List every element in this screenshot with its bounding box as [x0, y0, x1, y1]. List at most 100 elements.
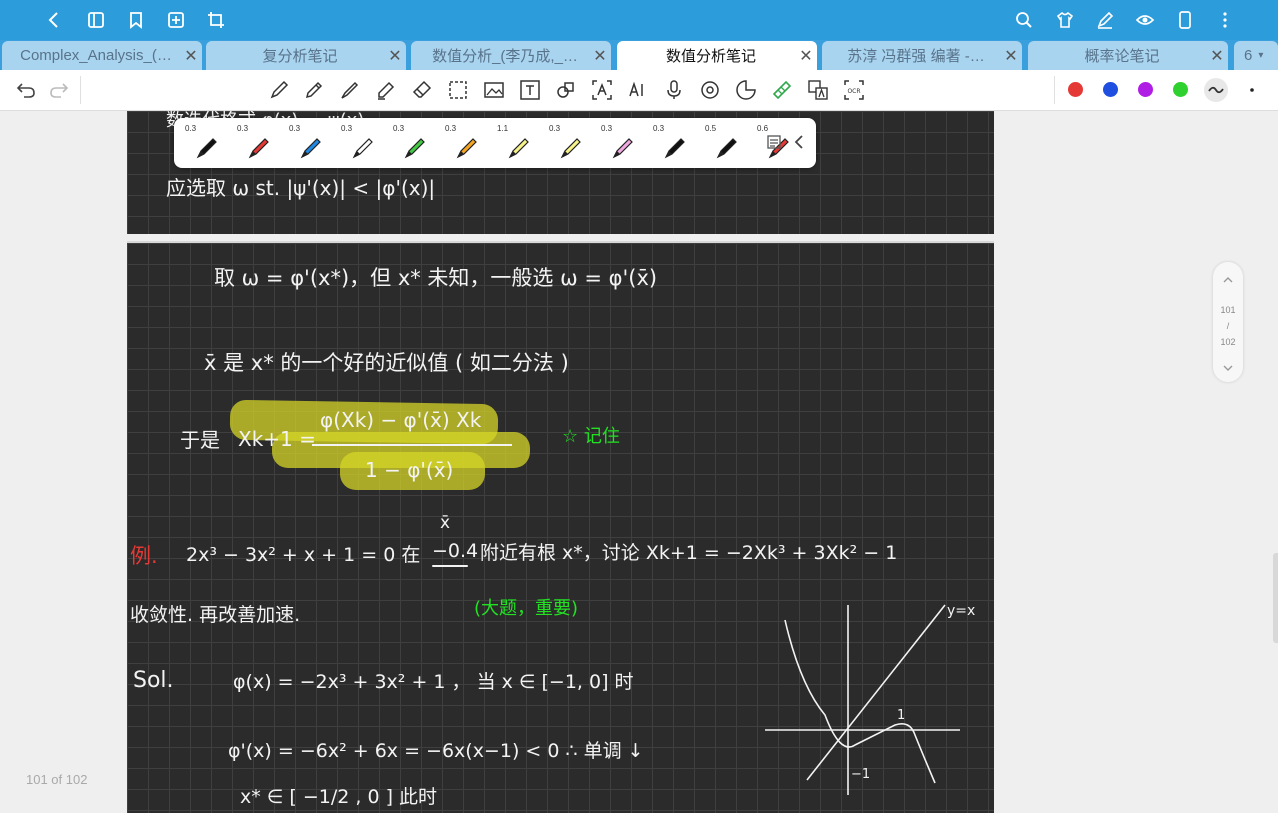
handwriting-line: 取 ω = φ'(x*)，但 x* 未知，一般选 ω = φ'(x̄) — [214, 266, 658, 290]
pen-preset[interactable]: 0.3 — [546, 121, 594, 165]
eraser-icon[interactable] — [410, 78, 434, 102]
laser-pointer-icon[interactable] — [734, 78, 758, 102]
pen-icon — [300, 138, 321, 159]
device-icon[interactable] — [1173, 8, 1197, 32]
search-icon[interactable] — [1012, 8, 1036, 32]
page-number-separator: / — [1226, 321, 1230, 331]
pen-palette: 0.3 0.3 0.3 0.3 0.3 0.3 1.1 0.3 0.3 0.3 0.5 0.6 — [174, 118, 816, 168]
sticker-icon[interactable] — [698, 78, 722, 102]
close-icon[interactable]: ✕ — [384, 46, 406, 66]
pencil-icon[interactable] — [302, 78, 326, 102]
graph-curve — [784, 619, 936, 784]
highlighter-icon[interactable] — [374, 78, 398, 102]
handwriting-note-green: ☆ 记住 — [562, 426, 620, 447]
shape-icon[interactable] — [554, 78, 578, 102]
tab-numerical-notes[interactable]: 数值分析笔记 ✕ — [617, 41, 817, 70]
handwriting-line: φ'(x) = −6x² + 6x = −6x(x−1) < 0 ∴ 单调 ↓ — [228, 740, 644, 762]
ballpoint-pen-icon[interactable] — [338, 78, 362, 102]
close-icon[interactable]: ✕ — [795, 46, 817, 66]
pen-preset[interactable]: 0.3 — [598, 121, 646, 165]
tab-probability-notes[interactable]: 概率论笔记 ✕ — [1028, 41, 1228, 70]
color-green-dot[interactable] — [1173, 82, 1188, 97]
top-bar — [0, 0, 1278, 40]
dot-size-icon[interactable] — [1240, 78, 1264, 102]
pen-icon — [716, 138, 737, 159]
translate-icon[interactable] — [806, 78, 830, 102]
formula-denominator: 1 − φ'(x̄) — [365, 458, 454, 482]
bookmark-icon[interactable] — [124, 8, 148, 32]
handwriting-text: 于是 — [180, 428, 220, 452]
shirt-icon[interactable] — [1053, 8, 1077, 32]
pen-mode-icon[interactable] — [1093, 8, 1117, 32]
eye-icon[interactable] — [1133, 8, 1157, 32]
fraction-bar — [312, 444, 512, 446]
chevron-left-icon[interactable] — [792, 132, 806, 152]
undo-icon[interactable] — [14, 78, 38, 102]
ocr-icon[interactable]: OCR — [842, 78, 866, 102]
canvas-area[interactable] — [0, 111, 1278, 813]
underline-stroke — [432, 565, 468, 567]
close-icon[interactable]: ✕ — [180, 46, 202, 66]
more-icon[interactable] — [1213, 8, 1237, 32]
color-blue-dot[interactable] — [1103, 82, 1118, 97]
pen-icon — [664, 138, 685, 159]
close-icon[interactable]: ✕ — [1000, 46, 1022, 66]
text-recognition-icon[interactable] — [590, 78, 614, 102]
chevron-down-icon[interactable] — [1222, 362, 1234, 374]
pen-preset[interactable]: 0.3 — [390, 121, 438, 165]
handwriting-line: 附近有根 x*，讨论 Xk+1 = −2Xk³ + 3Xk² − 1 — [480, 542, 898, 564]
pen-size-label: 0.3 — [237, 124, 249, 133]
tab-complex-notes[interactable]: 复分析笔记 ✕ — [206, 41, 406, 70]
close-icon[interactable]: ✕ — [589, 46, 611, 66]
pen-preset[interactable]: 0.3 — [234, 121, 282, 165]
redo-icon[interactable] — [47, 78, 71, 102]
handwriting-text: −0.4 — [432, 540, 479, 562]
tab-label: 数值分析_(李乃成,_… — [432, 48, 578, 65]
palette-settings-icon[interactable] — [764, 132, 784, 152]
close-icon[interactable]: ✕ — [1206, 46, 1228, 66]
pen-icon — [612, 138, 633, 159]
microphone-icon[interactable] — [662, 78, 686, 102]
graph-line-y-equals-x — [806, 604, 946, 781]
handwriting-line: 收敛性. 再改善加速. — [130, 604, 301, 626]
pen-preset[interactable]: 0.3 — [182, 121, 230, 165]
pen-preset[interactable]: 0.3 — [442, 121, 490, 165]
crop-icon[interactable] — [204, 8, 228, 32]
function-sketch-graph: y=x 1 −1 — [765, 603, 975, 795]
handwriting-text: Xk+1 = — [238, 427, 316, 451]
ai-icon[interactable] — [626, 78, 650, 102]
handwriting-note-green: (大题，重要) — [474, 598, 579, 619]
notebook-icon[interactable] — [84, 8, 108, 32]
tab-numerical-book[interactable]: 数值分析_(李乃成,_… ✕ — [411, 41, 611, 70]
add-page-icon[interactable] — [164, 8, 188, 32]
graph-label-yx: y=x — [947, 603, 975, 619]
pen-size-label: 0.3 — [445, 124, 457, 133]
graph-label-minus-one: −1 — [851, 767, 870, 782]
tab-overflow[interactable]: 6 ▾ — [1234, 41, 1278, 70]
chevron-down-icon: ▾ — [1258, 50, 1264, 61]
stroke-style-icon[interactable] — [1204, 78, 1228, 102]
pen-preset[interactable]: 1.1 — [494, 121, 542, 165]
tab-probability-book[interactable]: 苏淳 冯群强 编著 -… ✕ — [822, 41, 1022, 70]
fountain-pen-icon[interactable] — [267, 78, 291, 102]
pen-preset[interactable]: 0.5 — [702, 121, 750, 165]
back-icon[interactable] — [42, 8, 66, 32]
pen-size-label: 0.5 — [705, 124, 717, 133]
pen-size-label: 0.3 — [393, 124, 405, 133]
color-purple-dot[interactable] — [1138, 82, 1153, 97]
text-box-icon[interactable] — [518, 78, 542, 102]
side-scroll-handle[interactable] — [1273, 553, 1278, 643]
tab-complex-analysis[interactable]: Complex_Analysis_(… ✕ — [2, 41, 202, 70]
pen-preset[interactable]: 0.3 — [286, 121, 334, 165]
chevron-up-icon[interactable] — [1222, 274, 1234, 286]
page-navigator: 101 / 102 — [1213, 262, 1243, 382]
color-red-dot[interactable] — [1068, 82, 1083, 97]
lasso-select-icon[interactable] — [446, 78, 470, 102]
pen-preset[interactable]: 0.3 — [338, 121, 386, 165]
pen-size-label: 1.1 — [497, 124, 509, 133]
svg-text:OCR: OCR — [847, 88, 860, 95]
pen-preset[interactable]: 0.3 — [650, 121, 698, 165]
tape-icon[interactable] — [770, 78, 794, 102]
tab-label: 概率论笔记 — [1084, 48, 1160, 65]
image-icon[interactable] — [482, 78, 506, 102]
